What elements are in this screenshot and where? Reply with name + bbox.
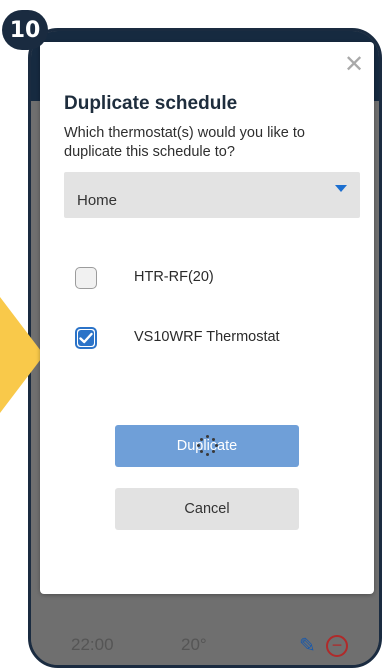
duplicate-button[interactable]: Duplicate <box>115 425 299 467</box>
checkbox-htr-rf[interactable] <box>75 267 97 289</box>
pencil-icon[interactable]: ✎ <box>299 633 316 658</box>
loading-spinner-icon <box>197 435 219 457</box>
remove-icon[interactable]: − <box>326 635 348 657</box>
dialog-title: Duplicate schedule <box>64 93 238 114</box>
thermostat-label: HTR-RF(20) <box>134 269 214 285</box>
thermostat-label: VS10WRF Thermostat <box>134 329 280 345</box>
checkmark-icon <box>78 330 94 346</box>
caret-down-icon <box>335 185 347 192</box>
checkbox-vs10wrf[interactable] <box>75 327 97 349</box>
schedule-row: 22:00 20° ✎ − <box>31 631 379 665</box>
step-badge: 10 <box>2 10 48 50</box>
cancel-button-label: Cancel <box>184 501 230 517</box>
duplicate-schedule-dialog: ✕ Duplicate schedule Which thermostat(s)… <box>40 42 374 594</box>
highlight-arrow <box>0 297 44 413</box>
location-select-value: Home <box>77 192 118 209</box>
dialog-subtitle: Which thermostat(s) would you like to du… <box>64 125 305 160</box>
location-select[interactable]: Home <box>64 172 360 218</box>
schedule-time: 22:00 <box>71 635 114 654</box>
cancel-button[interactable]: Cancel <box>115 488 299 530</box>
step-number: 10 <box>9 17 41 43</box>
close-icon[interactable]: ✕ <box>344 50 364 78</box>
schedule-temp: 20° <box>181 635 207 654</box>
